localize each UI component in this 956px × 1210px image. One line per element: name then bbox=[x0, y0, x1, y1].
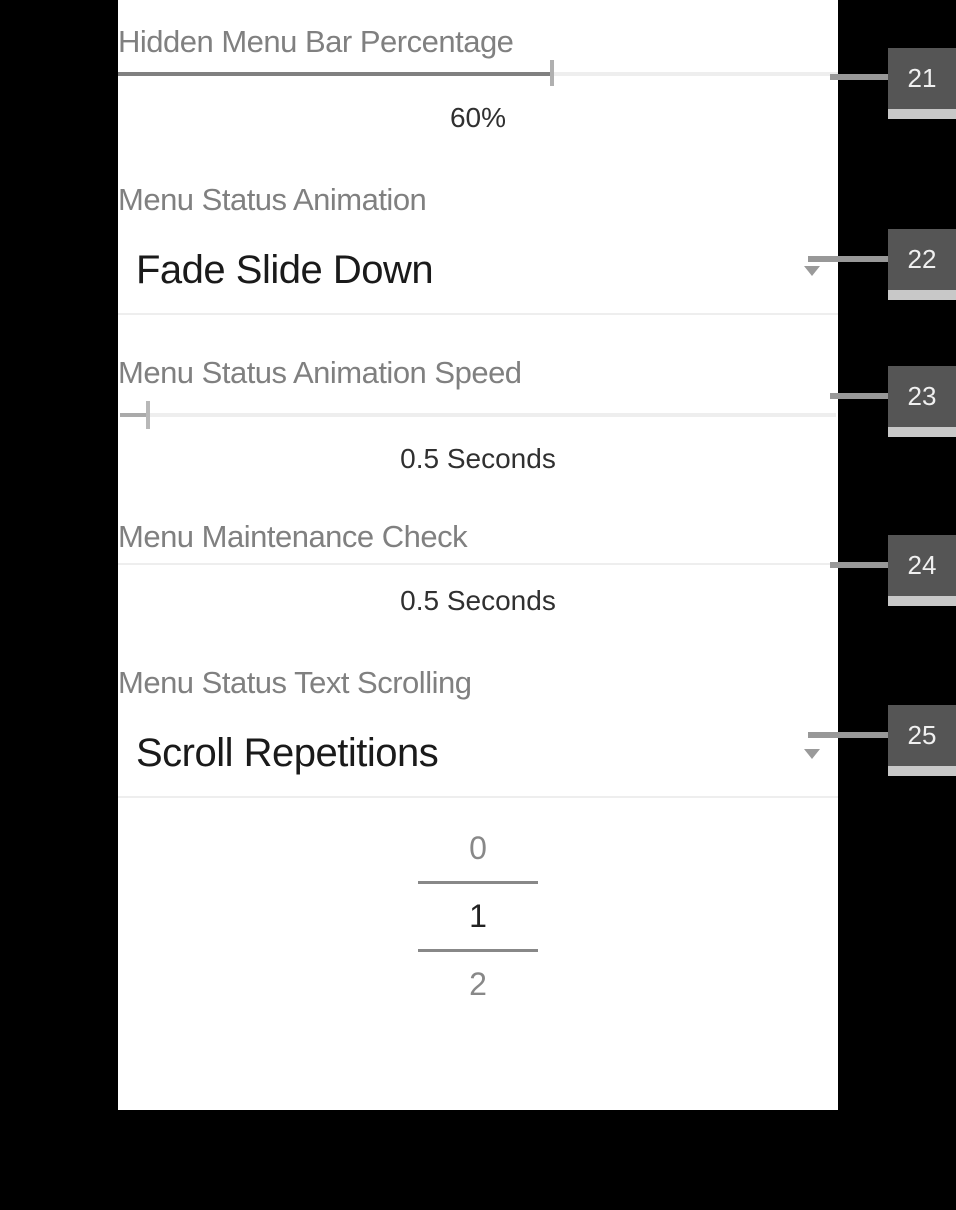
status-animation-label: Menu Status Animation bbox=[118, 182, 838, 218]
badge-22: 22 bbox=[888, 229, 956, 290]
chevron-down-icon bbox=[804, 749, 820, 759]
badge-21: 21 bbox=[888, 48, 956, 109]
animation-speed-label: Menu Status Animation Speed bbox=[118, 355, 838, 391]
hidden-menu-bar-value: 60% bbox=[118, 102, 838, 134]
badge-24: 24 bbox=[888, 535, 956, 596]
animation-speed-slider[interactable] bbox=[118, 401, 838, 429]
settings-panel: Hidden Menu Bar Percentage 60% Menu Stat… bbox=[118, 0, 838, 1110]
picker-prev: 0 bbox=[469, 816, 487, 881]
picker-next: 2 bbox=[469, 952, 487, 1017]
text-scrolling-dropdown[interactable]: Scroll Repetitions bbox=[118, 709, 838, 798]
status-animation-dropdown[interactable]: Fade Slide Down bbox=[118, 226, 838, 315]
scroll-repetitions-picker[interactable]: 0 1 2 bbox=[118, 816, 838, 1017]
maintenance-check-value: 0.5 Seconds bbox=[118, 585, 838, 617]
animation-speed-value: 0.5 Seconds bbox=[118, 443, 838, 475]
hidden-menu-bar-label: Hidden Menu Bar Percentage bbox=[118, 24, 838, 60]
text-scrolling-label: Menu Status Text Scrolling bbox=[118, 665, 838, 701]
status-animation-value: Fade Slide Down bbox=[136, 248, 433, 293]
chevron-down-icon bbox=[804, 266, 820, 276]
hidden-menu-bar-slider[interactable] bbox=[118, 66, 838, 90]
text-scrolling-value: Scroll Repetitions bbox=[136, 731, 438, 776]
badge-23: 23 bbox=[888, 366, 956, 427]
picker-current: 1 bbox=[469, 884, 487, 949]
maintenance-check-label: Menu Maintenance Check bbox=[118, 519, 838, 555]
badge-25: 25 bbox=[888, 705, 956, 766]
